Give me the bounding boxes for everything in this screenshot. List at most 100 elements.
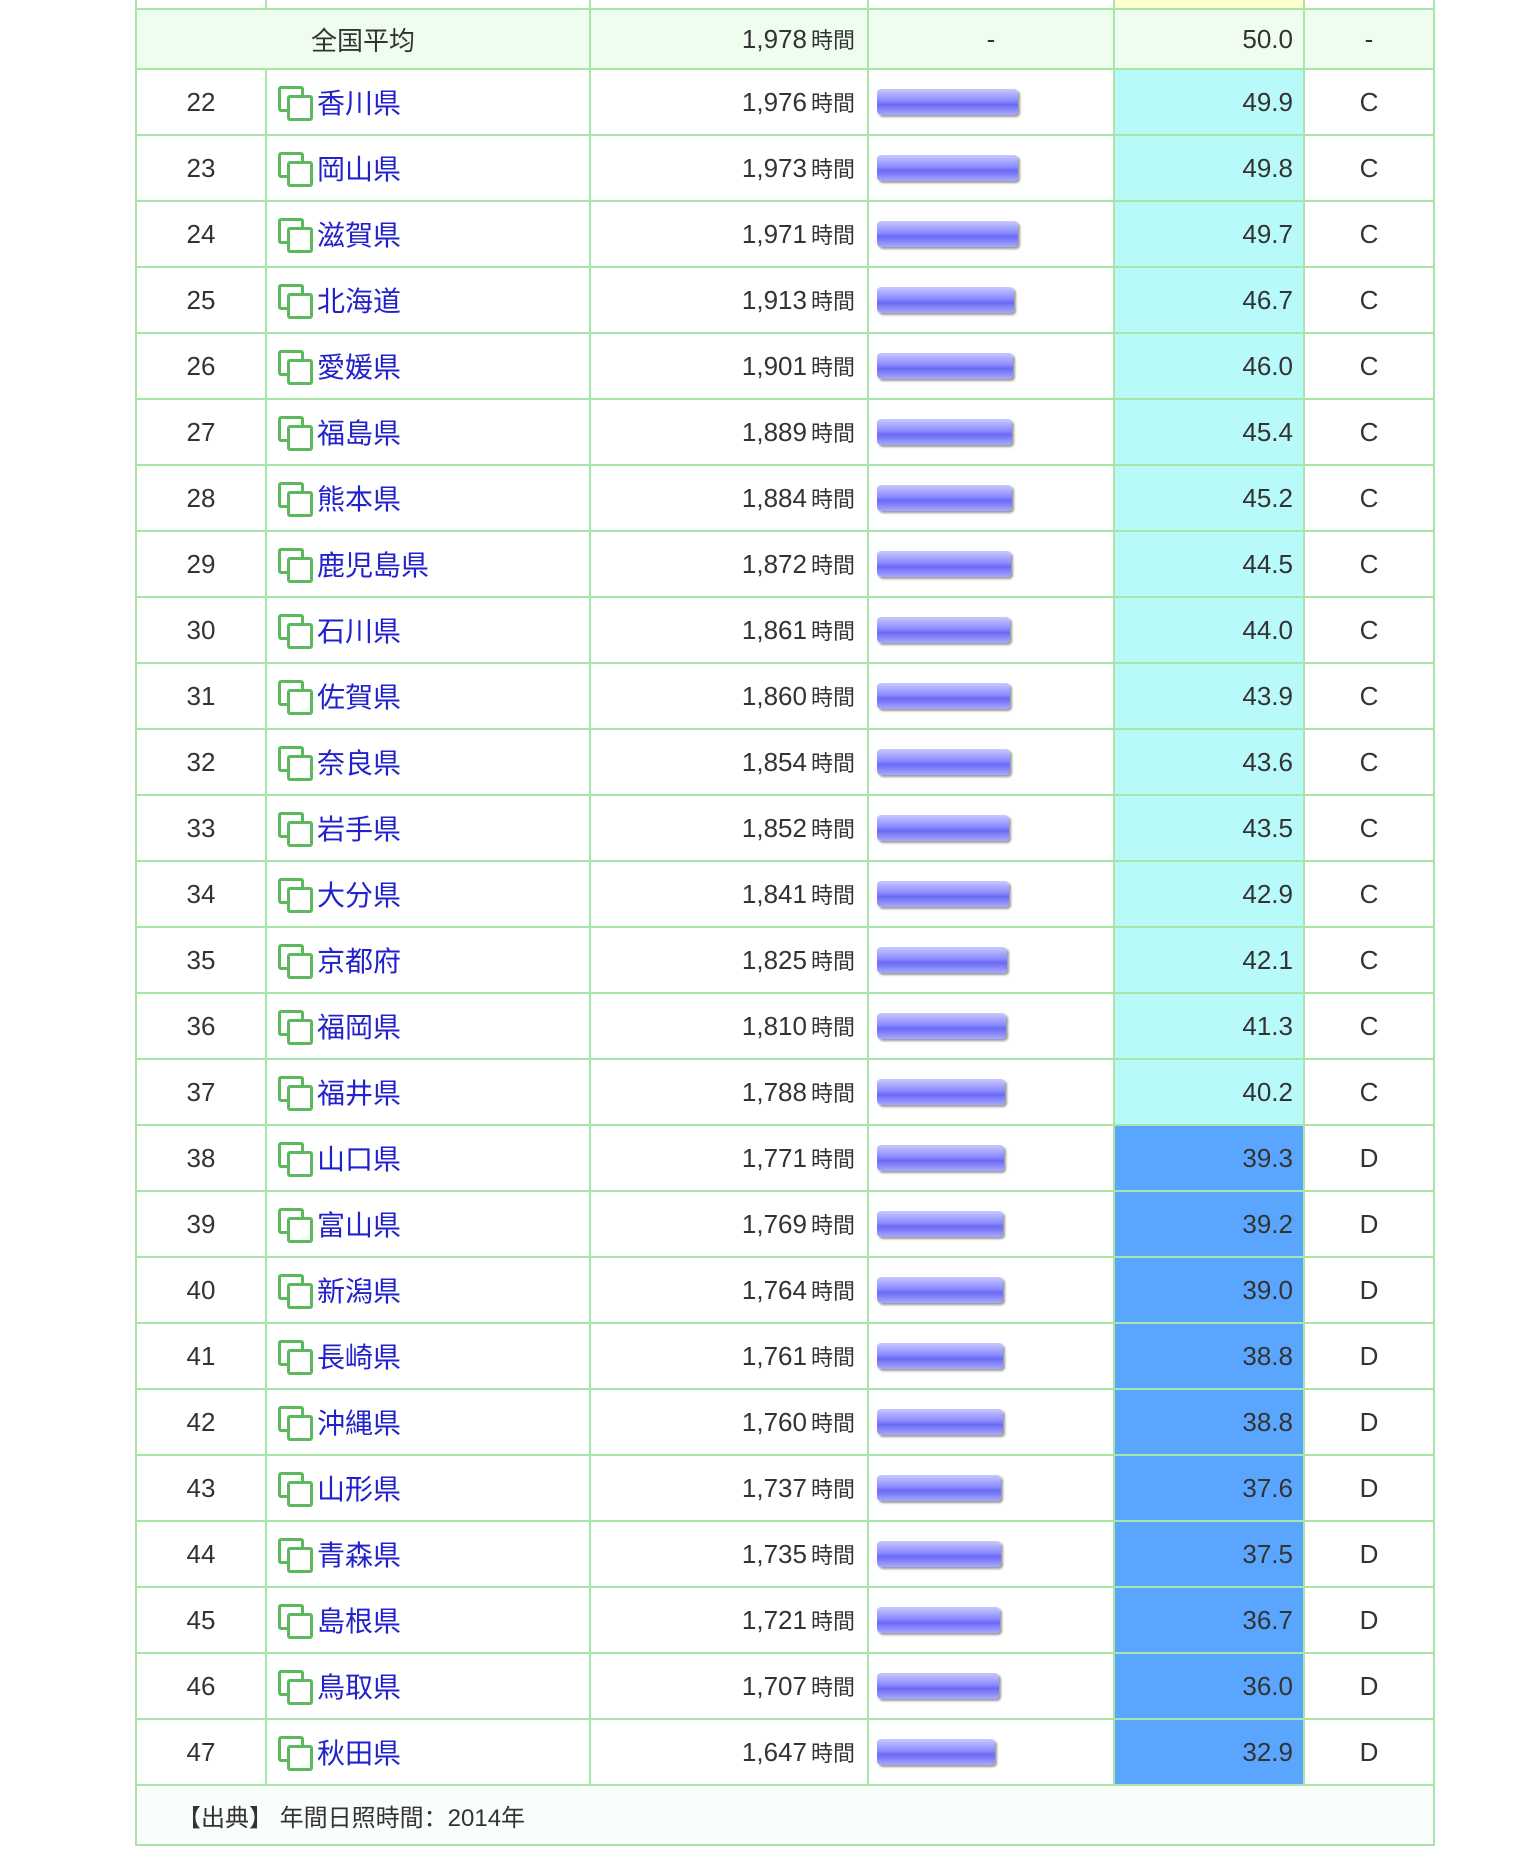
prefecture-link[interactable]: 愛媛県 — [317, 346, 401, 386]
bar-cell — [867, 134, 1115, 202]
bar-cell — [867, 68, 1115, 136]
copy-squares-icon[interactable] — [277, 1735, 313, 1771]
copy-squares-icon[interactable] — [277, 1537, 313, 1573]
copy-squares-icon[interactable] — [277, 1009, 313, 1045]
prefecture-link[interactable]: 富山県 — [317, 1204, 401, 1244]
value-cell: 1,771 時間 — [589, 1124, 869, 1192]
prefecture-link[interactable]: 山口県 — [317, 1138, 401, 1178]
copy-squares-icon[interactable] — [277, 811, 313, 847]
average-value-cell: 1,978 時間 — [589, 8, 869, 70]
copy-squares-icon[interactable] — [277, 85, 313, 121]
copy-squares-icon[interactable] — [277, 217, 313, 253]
value-number: 1,872 — [741, 549, 807, 579]
copy-squares-icon[interactable] — [277, 745, 313, 781]
rank-cell: 29 — [135, 530, 267, 598]
value-unit: 時間 — [810, 1147, 855, 1172]
grade-cell: D — [1303, 1124, 1435, 1192]
value-bar — [877, 881, 1009, 907]
copy-squares-icon[interactable] — [277, 283, 313, 319]
deviation-cell: 39.3 — [1113, 1124, 1305, 1192]
prefecture-link[interactable]: 奈良県 — [317, 742, 401, 782]
bar-cell — [867, 728, 1115, 796]
copy-squares-icon[interactable] — [277, 1405, 313, 1441]
prefecture-link[interactable]: 鹿児島県 — [317, 544, 429, 584]
prefecture-link[interactable]: 石川県 — [317, 610, 401, 650]
value-unit: 時間 — [810, 421, 855, 446]
copy-squares-icon[interactable] — [277, 1339, 313, 1375]
prefecture-link[interactable]: 佐賀県 — [317, 676, 401, 716]
value-bar — [877, 221, 1018, 247]
copy-squares-icon[interactable] — [277, 481, 313, 517]
deviation-cell: 39.0 — [1113, 1256, 1305, 1324]
copy-squares-icon[interactable] — [277, 1669, 313, 1705]
copy-squares-icon[interactable] — [277, 547, 313, 583]
copy-squares-icon[interactable] — [277, 1273, 313, 1309]
copy-squares-icon[interactable] — [277, 151, 313, 187]
value-unit: 時間 — [810, 1213, 855, 1238]
copy-squares-icon[interactable] — [277, 1471, 313, 1507]
grade-cell: D — [1303, 1388, 1435, 1456]
average-grade: - — [1303, 8, 1435, 70]
prefecture-link[interactable]: 鳥取県 — [317, 1666, 401, 1706]
copy-squares-icon[interactable] — [277, 877, 313, 913]
value-cell: 1,973 時間 — [589, 134, 869, 202]
prefecture-link[interactable]: 沖縄県 — [317, 1402, 401, 1442]
source-note: 【出典】 年間日照時間：2014年 — [135, 1784, 1435, 1846]
copy-squares-icon[interactable] — [277, 1207, 313, 1243]
prefecture-link[interactable]: 香川県 — [317, 82, 401, 122]
table-row: 32 奈良県 1,854 時間 43.6 C — [135, 728, 1435, 796]
value-unit: 時間 — [810, 487, 855, 512]
prefecture-link[interactable]: 京都府 — [317, 940, 401, 980]
prefecture-link[interactable]: 岡山県 — [317, 148, 401, 188]
deviation-cell: 37.5 — [1113, 1520, 1305, 1588]
prefecture-link[interactable]: 長崎県 — [317, 1336, 401, 1376]
prefecture-link[interactable]: 滋賀県 — [317, 214, 401, 254]
prefecture-link[interactable]: 秋田県 — [317, 1732, 401, 1772]
value-unit: 時間 — [810, 1477, 855, 1502]
table-row: 36 福岡県 1,810 時間 41.3 C — [135, 992, 1435, 1060]
value-bar — [877, 1409, 1003, 1435]
copy-squares-icon[interactable] — [277, 415, 313, 451]
prefecture-link[interactable]: 福井県 — [317, 1072, 401, 1112]
copy-squares-icon[interactable] — [277, 349, 313, 385]
prefecture-cell: 福井県 — [265, 1058, 591, 1126]
rank-cell: 44 — [135, 1520, 267, 1588]
prefecture-link[interactable]: 島根県 — [317, 1600, 401, 1640]
prefecture-link[interactable]: 青森県 — [317, 1534, 401, 1574]
table-row: 43 山形県 1,737 時間 37.6 D — [135, 1454, 1435, 1522]
value-bar — [877, 155, 1018, 181]
rank-cell: 37 — [135, 1058, 267, 1126]
copy-squares-icon[interactable] — [277, 679, 313, 715]
prefecture-link[interactable]: 新潟県 — [317, 1270, 401, 1310]
bar-cell — [867, 860, 1115, 928]
value-unit: 時間 — [810, 883, 855, 908]
value-cell: 1,852 時間 — [589, 794, 869, 862]
ranking-table: 全国平均 1,978 時間 - 50.0 - 22 香川県 1,976 時間 49.9 C 2… — [135, 0, 1435, 1846]
copy-squares-icon[interactable] — [277, 943, 313, 979]
bar-cell — [867, 1652, 1115, 1720]
rank-cell: 39 — [135, 1190, 267, 1258]
copy-squares-icon[interactable] — [277, 1141, 313, 1177]
value-number: 1,854 — [741, 747, 807, 777]
prefecture-link[interactable]: 山形県 — [317, 1468, 401, 1508]
copy-squares-icon[interactable] — [277, 1075, 313, 1111]
value-unit: 時間 — [810, 817, 855, 842]
prefecture-link[interactable]: 福島県 — [317, 412, 401, 452]
prefecture-link[interactable]: 福岡県 — [317, 1006, 401, 1046]
rank-cell: 28 — [135, 464, 267, 532]
prefecture-link[interactable]: 熊本県 — [317, 478, 401, 518]
value-number: 1,860 — [741, 681, 807, 711]
grade-cell: C — [1303, 992, 1435, 1060]
prefecture-link[interactable]: 北海道 — [317, 280, 401, 320]
value-cell: 1,769 時間 — [589, 1190, 869, 1258]
value-unit: 時間 — [810, 685, 855, 710]
prefecture-link[interactable]: 岩手県 — [317, 808, 401, 848]
grade-cell: D — [1303, 1520, 1435, 1588]
prefecture-link[interactable]: 大分県 — [317, 874, 401, 914]
grade-cell: C — [1303, 596, 1435, 664]
grade-cell: C — [1303, 530, 1435, 598]
copy-squares-icon[interactable] — [277, 1603, 313, 1639]
deviation-cell: 43.9 — [1113, 662, 1305, 730]
table-row: 42 沖縄県 1,760 時間 38.8 D — [135, 1388, 1435, 1456]
copy-squares-icon[interactable] — [277, 613, 313, 649]
